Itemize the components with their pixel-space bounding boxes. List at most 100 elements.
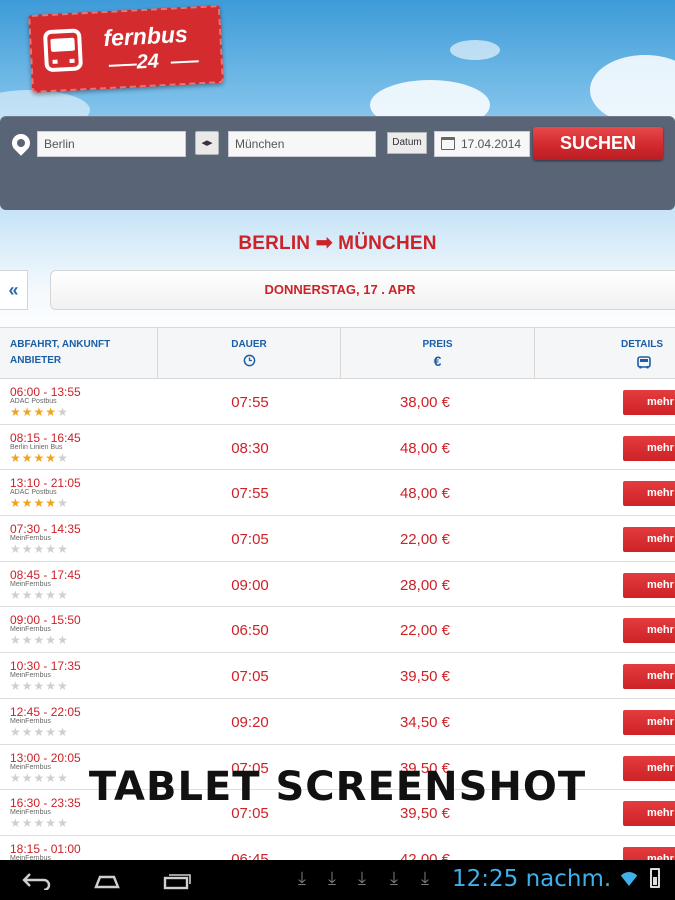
date-label: Datum — [387, 132, 427, 154]
operator-name: MeinFernbus — [10, 672, 51, 680]
trip-price: 39,50 € — [399, 668, 451, 686]
recent-apps-icon[interactable] — [162, 872, 192, 892]
trip-price: 48,00 € — [399, 485, 451, 503]
star-icon: ★ — [45, 450, 58, 465]
star-icon: ★ — [33, 724, 46, 739]
header-details-label: DETAILS — [621, 339, 664, 350]
route-from: BERLIN — [238, 233, 311, 254]
table-row[interactable]: 08:15 - 16:45 Berlin Linien Bus ★★★★★ 08… — [0, 424, 675, 471]
trip-duration: 07:05 — [231, 531, 269, 549]
star-icon: ★ — [45, 542, 58, 557]
to-city-input[interactable]: München — [228, 131, 376, 157]
day-selector: DONNERSTAG, 17 . APR — [50, 270, 675, 310]
star-icon: ★ — [21, 724, 34, 739]
star-icon: ★ — [10, 405, 22, 419]
more-details-button[interactable]: mehr — [623, 572, 675, 598]
star-icon: ★ — [45, 405, 58, 419]
from-city-input[interactable]: Berlin — [37, 131, 186, 157]
trip-price: 28,00 € — [399, 576, 451, 594]
trip-duration: 07:05 — [231, 668, 269, 686]
star-icon: ★ — [10, 816, 22, 831]
departure-arrival-time: 12:45 - 22:05 — [10, 704, 81, 719]
trip-price: 38,00 € — [399, 394, 451, 411]
star-icon: ★ — [33, 587, 46, 602]
header-departure-arrival-label: ABFAHRT, ANKUNFT — [10, 339, 111, 350]
star-icon: ★ — [57, 679, 69, 694]
star-icon: ★ — [21, 450, 34, 465]
more-details-button[interactable]: mehr — [623, 435, 675, 461]
star-icon: ★ — [57, 496, 69, 511]
trip-price: 34,50 € — [399, 713, 451, 731]
header-operator-label: ANBIETER — [10, 355, 62, 366]
more-details-button[interactable]: mehr — [623, 618, 675, 644]
star-icon: ★ — [21, 496, 34, 511]
previous-day-button[interactable]: « — [0, 270, 28, 310]
table-row[interactable]: 10:30 - 17:35 MeinFernbus ★★★★★ 07:05 39… — [0, 653, 675, 699]
table-row[interactable]: 07:30 - 14:35 MeinFernbus ★★★★★ 07:05 22… — [0, 516, 675, 562]
more-details-button[interactable]: mehr — [623, 664, 675, 690]
bus-icon — [637, 356, 651, 369]
trip-duration: 06:50 — [231, 622, 269, 640]
header-price[interactable]: PREIS € — [341, 328, 535, 380]
star-icon: ★ — [33, 633, 46, 648]
star-icon: ★ — [45, 633, 58, 648]
operator-name: MeinFernbus — [10, 809, 51, 817]
battery-icon — [650, 868, 660, 888]
calendar-icon[interactable] — [441, 137, 455, 150]
table-row[interactable]: 08:45 - 17:45 MeinFernbus ★★★★★ 09:00 28… — [0, 561, 675, 608]
rating-stars: ★★★★★ — [10, 451, 69, 465]
star-icon: ★ — [33, 679, 46, 694]
star-icon: ★ — [10, 679, 22, 694]
search-button[interactable]: SUCHEN — [533, 127, 663, 160]
star-icon: ★ — [45, 724, 58, 739]
table-row[interactable]: 06:00 - 13:55 ADAC Postbus ★★★★★ 07:55 3… — [0, 379, 675, 425]
arrow-right-icon — [170, 60, 199, 64]
more-details-button[interactable]: mehr — [623, 390, 675, 415]
star-icon: ★ — [21, 542, 34, 557]
back-icon[interactable] — [22, 872, 52, 892]
star-icon: ★ — [10, 450, 22, 465]
table-row[interactable]: 12:45 - 22:05 MeinFernbus ★★★★★ 09:20 34… — [0, 698, 675, 745]
more-details-button[interactable]: mehr — [623, 709, 675, 735]
fernbus24-logo[interactable]: fernbus 24 — [28, 5, 224, 93]
star-icon: ★ — [57, 724, 69, 739]
star-icon: ★ — [57, 587, 69, 602]
header-duration-label: DAUER — [231, 339, 267, 350]
swap-cities-button[interactable]: ◂▸ — [195, 131, 219, 155]
download-icon: ⤓ — [328, 868, 336, 888]
arrow-left-icon — [108, 63, 137, 67]
star-icon: ★ — [57, 633, 69, 648]
star-icon: ★ — [57, 816, 69, 831]
euro-icon: € — [433, 353, 442, 369]
operator-name: MeinFernbus — [10, 626, 51, 634]
departure-arrival-time: 13:00 - 20:05 — [10, 750, 81, 765]
swap-arrows-icon: ◂▸ — [201, 137, 213, 149]
rating-stars: ★★★★★ — [10, 496, 69, 510]
rating-stars: ★★★★★ — [10, 633, 69, 647]
operator-name: MeinFernbus — [10, 535, 51, 543]
download-icon: ⤓ — [421, 868, 429, 888]
star-icon: ★ — [21, 816, 34, 831]
route-to: MÜNCHEN — [338, 233, 437, 254]
header-duration[interactable]: DAUER — [158, 328, 341, 380]
system-navigation-bar: ⤓ ⤓ ⤓ ⤓ ⤓ 12:25 nachm. — [0, 860, 675, 900]
table-row[interactable]: 13:10 - 21:05 ADAC Postbus ★★★★★ 07:55 4… — [0, 470, 675, 517]
home-icon[interactable] — [92, 872, 122, 892]
trip-duration: 09:20 — [231, 713, 269, 731]
watermark-text: TABLET SCREENSHOT — [88, 764, 587, 810]
more-details-button[interactable]: mehr — [623, 527, 675, 553]
more-details-button[interactable]: mehr — [623, 481, 675, 507]
operator-name: MeinFernbus — [10, 580, 51, 588]
header-departure-arrival[interactable]: ABFAHRT, ANKUNFT ANBIETER — [0, 328, 158, 380]
wifi-icon — [618, 872, 640, 886]
operator-name: MeinFernbus — [10, 717, 51, 725]
logo-number: 24 — [136, 50, 160, 74]
rating-stars: ★★★★★ — [10, 725, 69, 739]
download-icon: ⤓ — [358, 868, 366, 888]
departure-arrival-time: 09:00 - 15:50 — [10, 613, 81, 628]
star-icon: ★ — [33, 816, 46, 831]
operator-name: ADAC Postbus — [10, 489, 57, 497]
route-title: BERLIN ➡ MÜNCHEN — [0, 230, 675, 255]
departure-arrival-time: 08:15 - 16:45 — [10, 430, 81, 445]
table-row[interactable]: 09:00 - 15:50 MeinFernbus ★★★★★ 06:50 22… — [0, 607, 675, 654]
